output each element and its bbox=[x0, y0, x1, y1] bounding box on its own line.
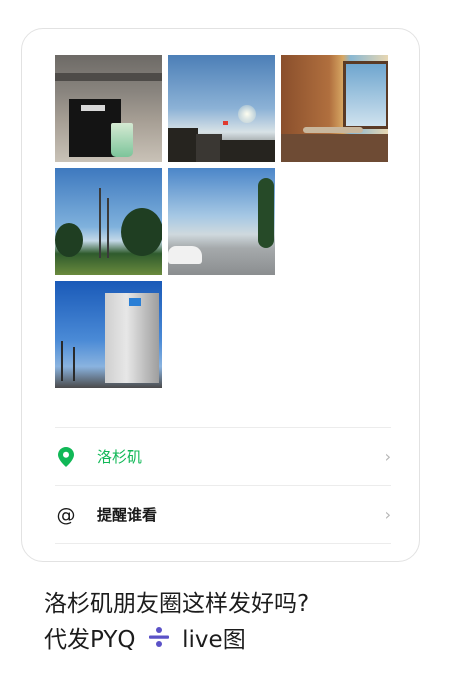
building-shape bbox=[220, 140, 275, 162]
location-label: 洛杉矶 bbox=[97, 448, 143, 466]
mention-label: 提醒谁看 bbox=[97, 506, 158, 524]
moments-post-card: 洛杉矶 › @ 提醒谁看 › bbox=[21, 28, 420, 562]
divide-icon bbox=[147, 623, 171, 659]
at-icon: @ bbox=[56, 503, 76, 526]
palm-trunk bbox=[107, 198, 109, 258]
tower-shape bbox=[105, 293, 159, 383]
photo-palm-street[interactable] bbox=[55, 168, 162, 275]
photo-cafe-interior[interactable] bbox=[281, 55, 388, 162]
partial-row bbox=[55, 543, 391, 563]
location-row[interactable]: 洛杉矶 › bbox=[55, 427, 391, 485]
photo-coffee-shop[interactable] bbox=[55, 55, 162, 162]
caption-line-2-prefix: 代发PYQ bbox=[44, 627, 136, 653]
chevron-right-icon: › bbox=[384, 447, 391, 466]
traffic-light-shape bbox=[223, 121, 228, 125]
shelf-shape bbox=[55, 73, 162, 81]
palm-trunk bbox=[99, 188, 101, 258]
partial-icon bbox=[55, 562, 77, 563]
building-shape bbox=[196, 134, 222, 162]
photo-street-sunset[interactable] bbox=[168, 55, 275, 162]
tree-shape bbox=[55, 223, 83, 257]
floor-shape bbox=[281, 134, 388, 162]
sun-shape bbox=[238, 105, 256, 123]
cup-shape bbox=[111, 123, 133, 157]
photo-tall-building[interactable] bbox=[55, 281, 162, 388]
caption-line-1: 洛杉矶朋友圈这样发好吗? bbox=[44, 591, 310, 617]
building-shape bbox=[168, 128, 198, 162]
building-logo-shape bbox=[129, 298, 141, 306]
tree-shape bbox=[258, 178, 274, 248]
bag-label-shape bbox=[81, 105, 105, 111]
mention-row[interactable]: @ 提醒谁看 › bbox=[55, 485, 391, 543]
palm-trunk bbox=[73, 347, 75, 381]
table-shape bbox=[303, 127, 363, 133]
location-pin-icon bbox=[55, 446, 77, 468]
chevron-right-icon: › bbox=[384, 505, 391, 524]
palm-trunk bbox=[61, 341, 63, 381]
caption-line-2-suffix: live图 bbox=[182, 627, 246, 653]
post-caption: 洛杉矶朋友圈这样发好吗? 代发PYQ live图 bbox=[44, 586, 444, 659]
photo-intersection[interactable] bbox=[168, 168, 275, 275]
tree-shape bbox=[121, 208, 162, 256]
window-shape bbox=[343, 61, 388, 129]
caption-line-2: 代发PYQ live图 bbox=[44, 622, 444, 659]
car-shape bbox=[168, 246, 202, 264]
